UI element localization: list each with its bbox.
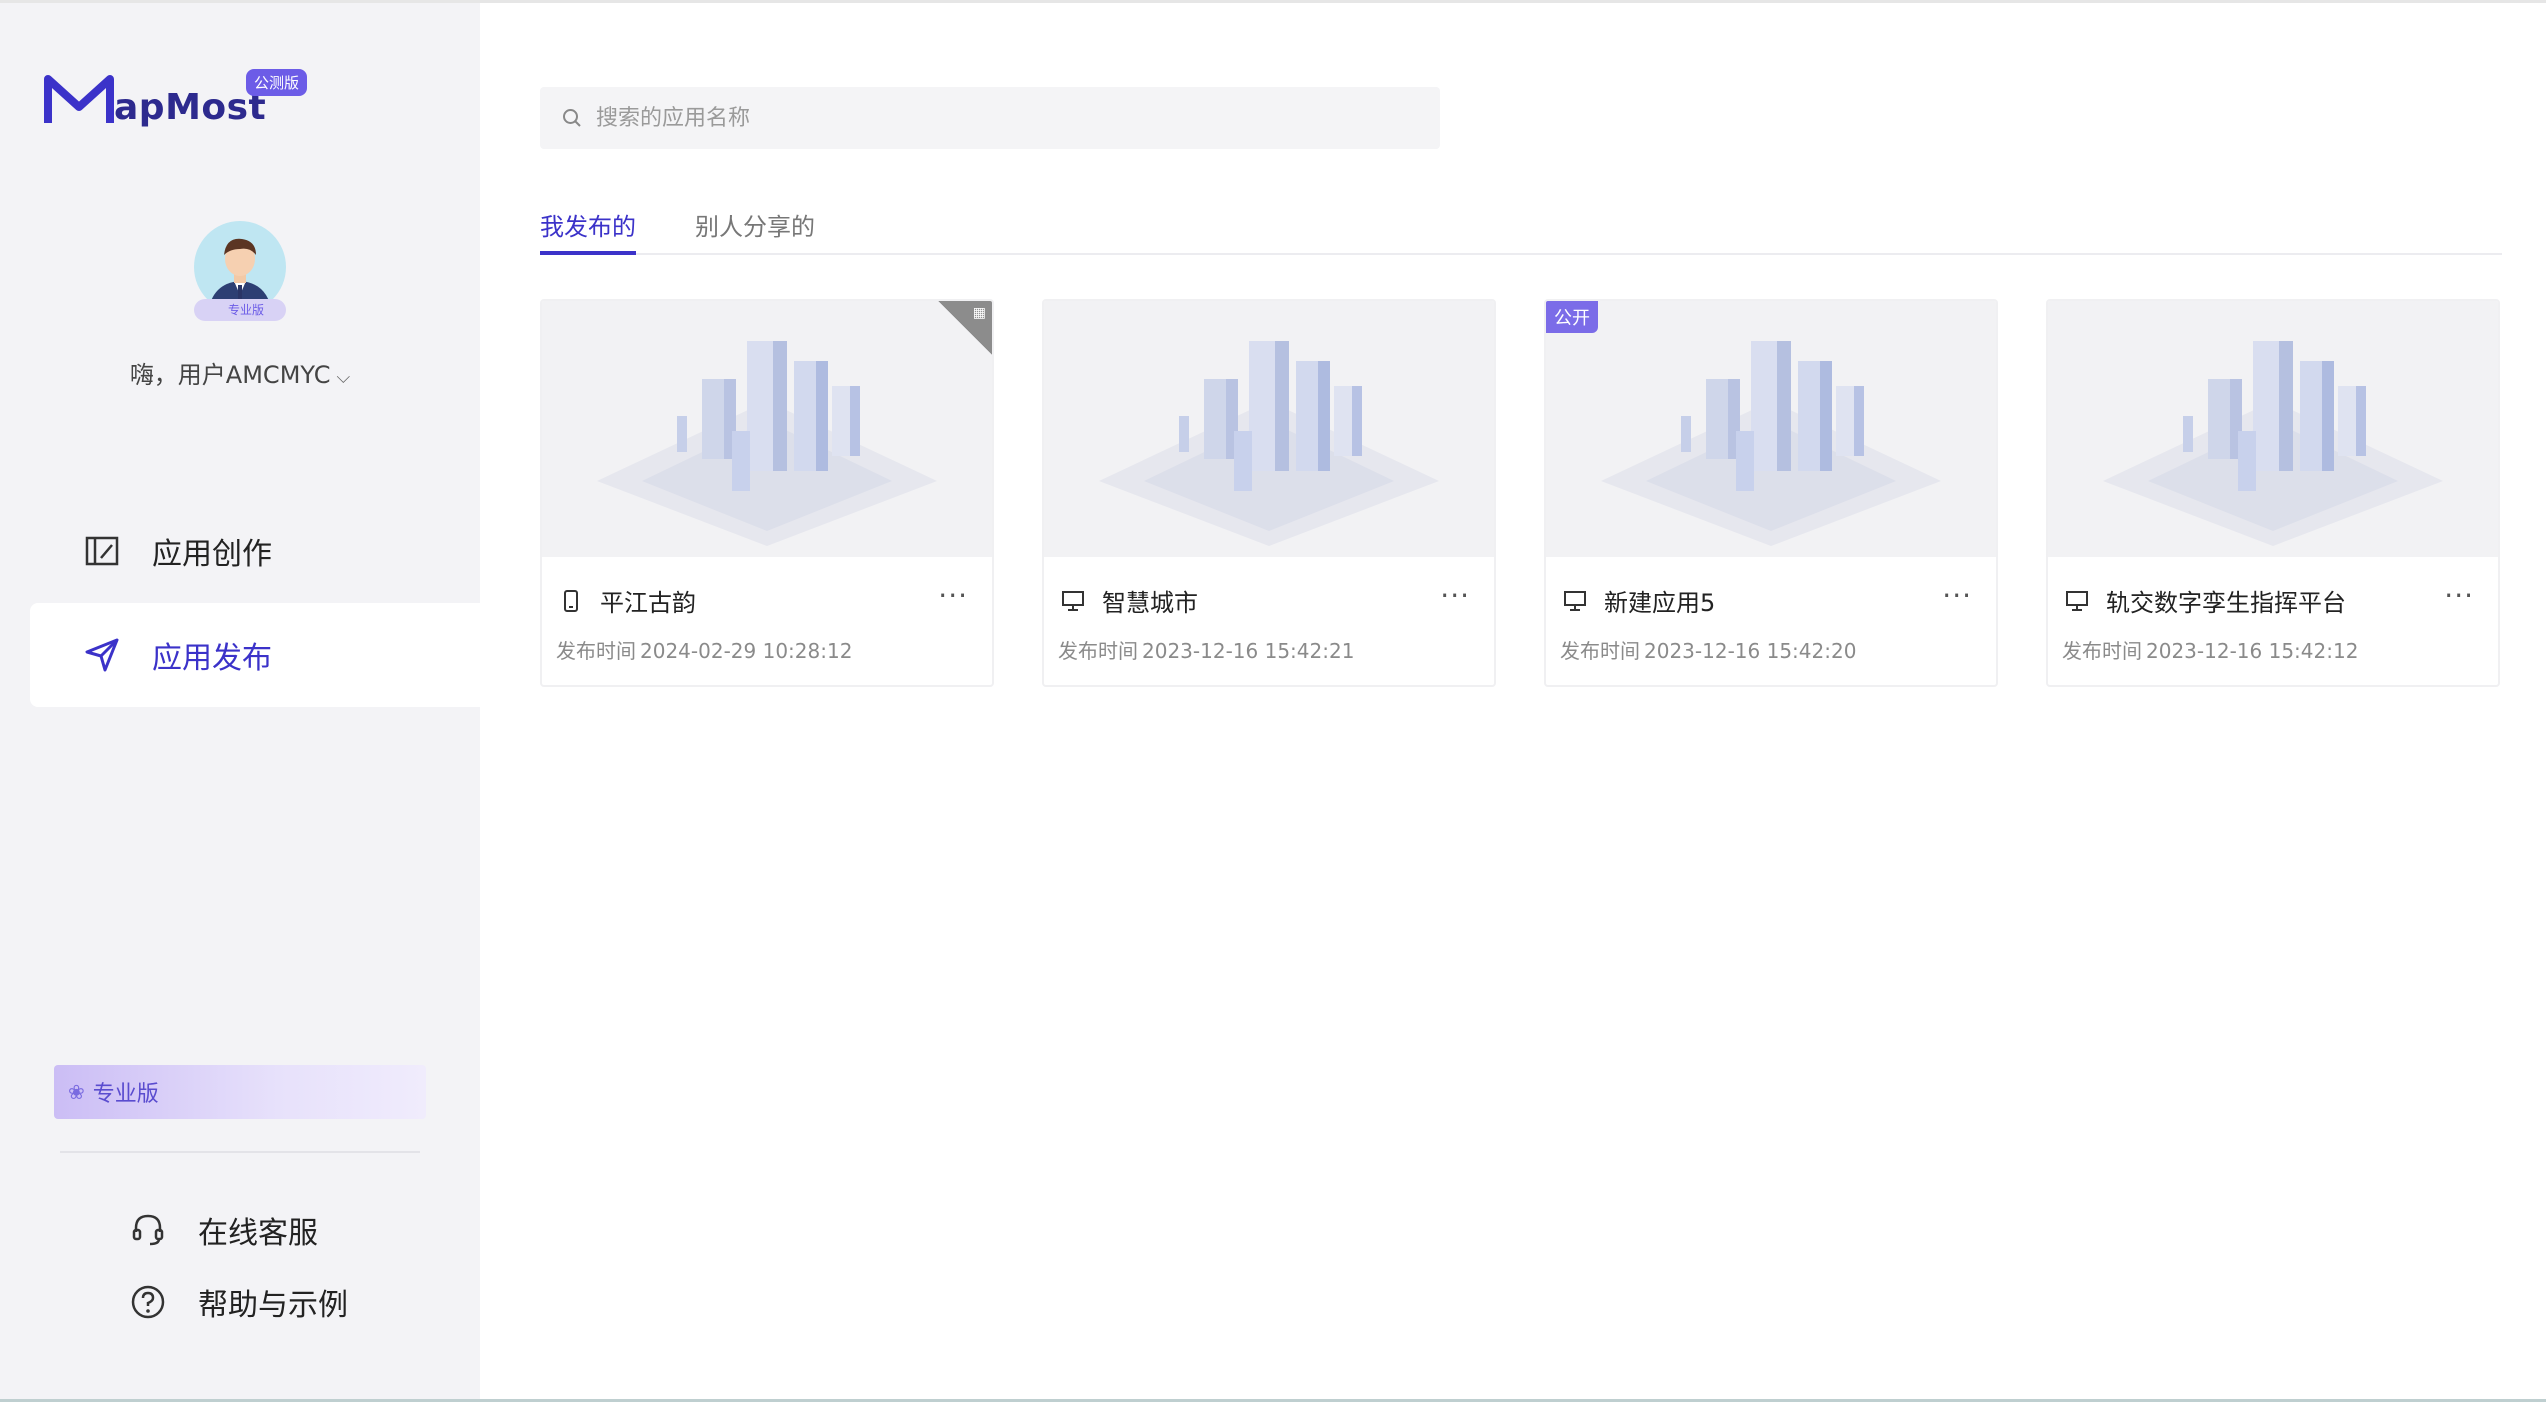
city-illustration-icon bbox=[2103, 341, 2443, 546]
app-title: 新建应用5 bbox=[1560, 583, 1715, 618]
publish-time-label: 发布时间 bbox=[2062, 639, 2142, 663]
more-options-icon[interactable]: ··· bbox=[1942, 579, 1972, 612]
app-title: 轨交数字孪生指挥平台 bbox=[2062, 583, 2346, 618]
chevron-down-icon: ⌵ bbox=[336, 367, 351, 388]
more-options-icon[interactable]: ··· bbox=[2444, 579, 2474, 612]
publish-time: 发布时间 2024-02-29 10:28:12 bbox=[556, 635, 852, 664]
tab-shared-by-others[interactable]: 别人分享的 bbox=[695, 207, 815, 255]
nav-item-app-publish[interactable]: 应用发布 bbox=[30, 603, 480, 707]
more-options-icon[interactable]: ··· bbox=[1440, 579, 1470, 612]
app-title-text: 平江古韵 bbox=[600, 589, 696, 617]
logo-mark-icon bbox=[44, 75, 114, 123]
logo-text: apMost bbox=[114, 87, 267, 128]
publish-time: 发布时间 2023-12-16 15:42:21 bbox=[1058, 635, 1354, 664]
app-title-text: 轨交数字孪生指挥平台 bbox=[2106, 589, 2346, 617]
city-illustration-icon bbox=[1099, 341, 1439, 546]
logo[interactable]: apMost 公测版 bbox=[44, 69, 314, 143]
desktop-icon bbox=[1058, 586, 1088, 616]
app-thumbnail bbox=[1044, 301, 1494, 557]
main-content: 我发布的 别人分享的 ▦ 平江古韵 ··· bbox=[480, 3, 2546, 1399]
divider bbox=[60, 1151, 420, 1153]
app-title-text: 新建应用5 bbox=[1604, 589, 1716, 617]
search-box[interactable] bbox=[540, 87, 1440, 149]
plan-label: 专业版 bbox=[92, 1082, 159, 1107]
nav-item-app-create[interactable]: 应用创作 bbox=[30, 499, 480, 603]
beta-badge: 公测版 bbox=[246, 69, 308, 96]
pro-badge: 专业版 bbox=[194, 299, 286, 321]
avatar[interactable]: 专业版 bbox=[194, 221, 286, 325]
online-support-link[interactable]: 在线客服 bbox=[128, 1205, 318, 1255]
more-options-icon[interactable]: ··· bbox=[938, 579, 968, 612]
app-thumbnail bbox=[542, 301, 992, 557]
headset-icon bbox=[128, 1210, 168, 1250]
public-tag: 公开 bbox=[1546, 301, 1598, 333]
search-icon bbox=[563, 109, 581, 127]
city-illustration-icon bbox=[597, 341, 937, 546]
city-illustration-icon bbox=[1601, 341, 1941, 546]
app-create-icon bbox=[82, 531, 122, 571]
question-circle-icon bbox=[128, 1282, 168, 1322]
help-examples-link[interactable]: 帮助与示例 bbox=[128, 1277, 348, 1327]
publish-time-value: 2023-12-16 15:42:21 bbox=[1142, 639, 1355, 663]
app-card[interactable]: 公开 新建应用5 ··· 发布时间 2023-12-16 15:42:20 bbox=[1544, 299, 1998, 687]
app-title: 智慧城市 bbox=[1058, 583, 1198, 618]
app-card[interactable]: ▦ 平江古韵 ··· 发布时间 2024-02-29 10:28:12 bbox=[540, 299, 994, 687]
greeting-text: 嗨，用户AMCMYC bbox=[129, 361, 331, 389]
app-thumbnail bbox=[2048, 301, 2498, 557]
app-title: 平江古韵 bbox=[556, 583, 696, 618]
qr-code-icon: ▦ bbox=[972, 305, 986, 321]
search-input[interactable] bbox=[596, 105, 1396, 131]
desktop-icon bbox=[2062, 586, 2092, 616]
user-greeting[interactable]: 嗨，用户AMCMYC ⌵ bbox=[0, 355, 480, 390]
help-label: 帮助与示例 bbox=[198, 1288, 348, 1323]
app-title-text: 智慧城市 bbox=[1102, 589, 1198, 617]
tab-my-published[interactable]: 我发布的 bbox=[540, 207, 636, 255]
app-thumbnail bbox=[1546, 301, 1996, 557]
mobile-icon bbox=[556, 586, 586, 616]
app-card[interactable]: 轨交数字孪生指挥平台 ··· 发布时间 2023-12-16 15:42:12 bbox=[2046, 299, 2500, 687]
app-card[interactable]: 智慧城市 ··· 发布时间 2023-12-16 15:42:21 bbox=[1042, 299, 1496, 687]
publish-time-label: 发布时间 bbox=[556, 639, 636, 663]
qr-code-corner[interactable]: ▦ bbox=[938, 301, 992, 355]
publish-time-value: 2024-02-29 10:28:12 bbox=[640, 639, 853, 663]
sidebar: apMost 公测版 专业版 嗨，用户AMCMYC ⌵ 应用创作 应用发布 ❀ 专… bbox=[0, 3, 480, 1399]
tab-bar: 我发布的 别人分享的 bbox=[540, 203, 2502, 255]
publish-time-value: 2023-12-16 15:42:20 bbox=[1644, 639, 1857, 663]
nav-label: 应用发布 bbox=[152, 641, 272, 676]
lotus-icon: ❀ bbox=[68, 1080, 85, 1104]
nav-label: 应用创作 bbox=[152, 537, 272, 572]
publish-time-label: 发布时间 bbox=[1058, 639, 1138, 663]
desktop-icon bbox=[1560, 586, 1590, 616]
publish-time: 发布时间 2023-12-16 15:42:20 bbox=[1560, 635, 1856, 664]
support-label: 在线客服 bbox=[198, 1216, 318, 1251]
publish-time-label: 发布时间 bbox=[1560, 639, 1640, 663]
app-card-grid: ▦ 平江古韵 ··· 发布时间 2024-02-29 10:28:12 智慧城市… bbox=[540, 299, 2502, 689]
pro-plan-banner[interactable]: ❀ 专业版 bbox=[54, 1065, 426, 1119]
publish-time: 发布时间 2023-12-16 15:42:12 bbox=[2062, 635, 2358, 664]
send-icon bbox=[82, 635, 122, 675]
publish-time-value: 2023-12-16 15:42:12 bbox=[2146, 639, 2359, 663]
